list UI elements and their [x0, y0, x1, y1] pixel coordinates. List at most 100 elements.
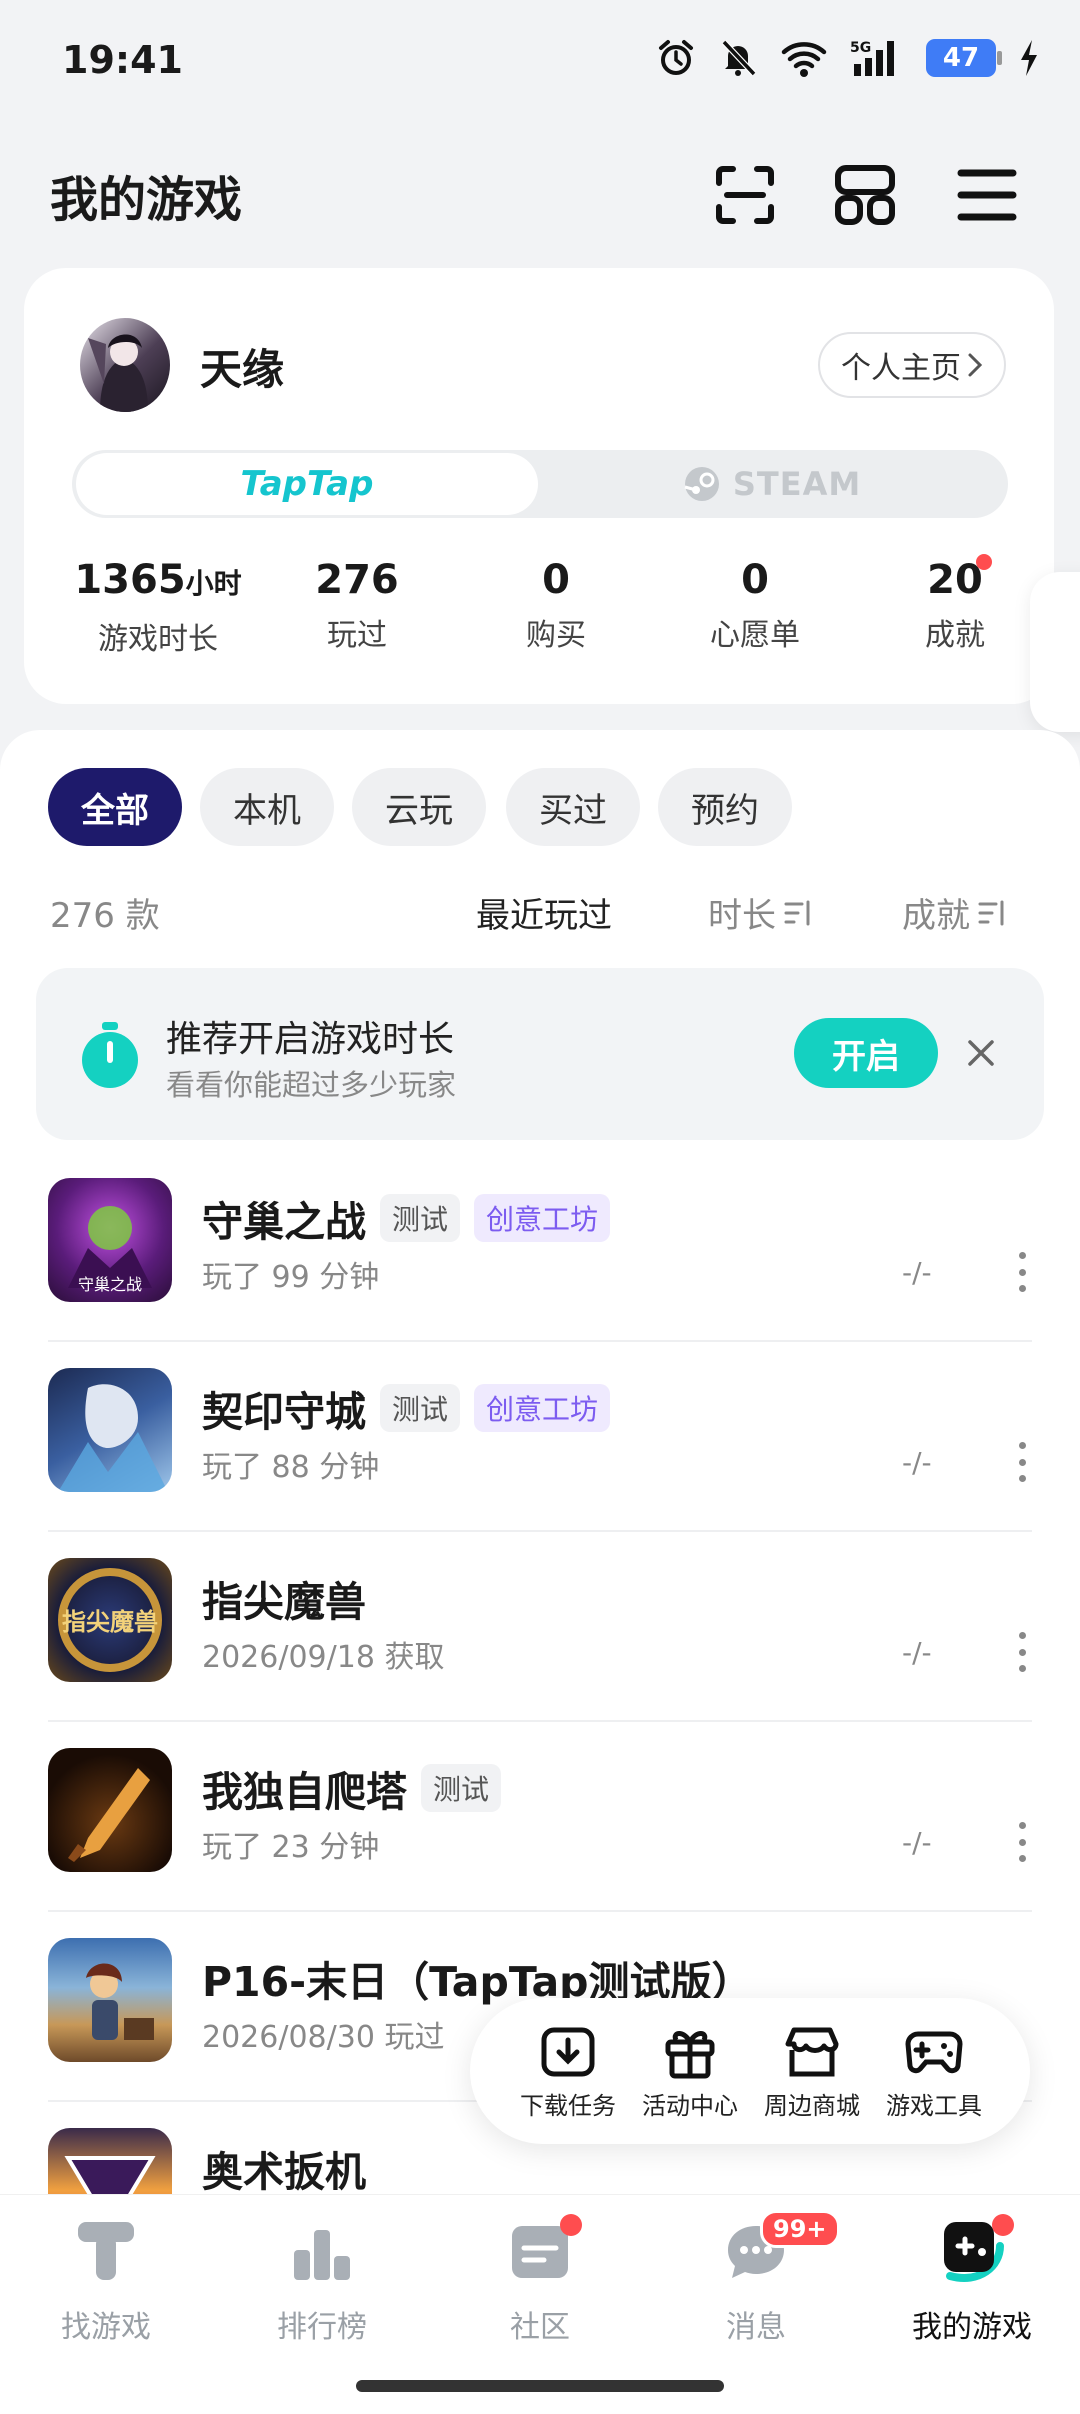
gamepad-icon [905, 2031, 963, 2074]
nav-find-games[interactable]: 找游戏 [16, 2216, 196, 2346]
game-score: -/- [902, 1256, 932, 1289]
tool-label: 游戏工具 [886, 2092, 982, 2120]
community-dot [560, 2214, 582, 2236]
filter-bought[interactable]: 买过 [506, 768, 640, 846]
wifi-icon [781, 42, 827, 77]
sort-duration-label: 时长 [708, 896, 776, 936]
stat-played[interactable]: 276 玩过 [257, 556, 457, 654]
game-name: 契印守城 [202, 1388, 366, 1436]
filter-cloud[interactable]: 云玩 [352, 768, 486, 846]
profile-page-label: 个人主页 [841, 351, 961, 386]
nav-label: 社区 [510, 2310, 570, 2345]
nav-my-games[interactable]: 我的游戏 [882, 2214, 1062, 2346]
svg-text:守巢之战: 守巢之战 [78, 1275, 142, 1294]
game-row[interactable]: 指尖魔兽 指尖魔兽 2026/09/18 获取 -/- [0, 1532, 1080, 1722]
stat-value: 20 [927, 557, 983, 603]
platform-tab-taptap[interactable]: TapTap [76, 453, 538, 515]
more-options-icon[interactable] [1012, 1252, 1032, 1292]
sort-achievement-label: 成就 [902, 896, 970, 936]
status-time: 19:41 [62, 38, 183, 82]
game-tools-button[interactable]: 游戏工具 [874, 2024, 994, 2121]
filter-all[interactable]: 全部 [48, 768, 182, 846]
tag-test: 测试 [380, 1384, 461, 1432]
layout-button[interactable] [830, 160, 900, 230]
home-indicator[interactable] [356, 2380, 724, 2392]
game-name: 指尖魔兽 [202, 1578, 366, 1626]
game-score: -/- [902, 1826, 932, 1859]
nav-label: 我的游戏 [912, 2310, 1032, 2345]
tip-subtitle: 看看你能超过多少玩家 [166, 1068, 457, 1102]
game-icon [48, 1938, 172, 2062]
user-name: 天缘 [200, 345, 285, 394]
stat-label: 游戏时长 [98, 622, 218, 657]
sort-duration[interactable]: 时长 [708, 888, 812, 937]
scan-button[interactable] [710, 160, 780, 230]
nav-community[interactable]: 社区 [450, 2214, 630, 2346]
tool-label: 周边商城 [764, 2092, 860, 2120]
game-subtitle: 玩了 88 分钟 [202, 1450, 380, 1485]
gift-icon [665, 2031, 715, 2079]
close-icon[interactable] [966, 1038, 996, 1068]
achievement-dot [976, 554, 992, 570]
grid-layout-icon [835, 165, 895, 225]
activity-center-button[interactable]: 活动中心 [630, 2024, 750, 2121]
alarm-icon [659, 40, 693, 75]
stat-label: 玩过 [327, 618, 387, 653]
tag-test: 测试 [380, 1194, 461, 1242]
more-options-icon[interactable] [1012, 1442, 1032, 1482]
game-row[interactable]: 契印守城 测试 创意工坊 玩了 88 分钟 -/- [0, 1342, 1080, 1532]
nav-rankings[interactable]: 排行榜 [232, 2216, 412, 2346]
page-title: 我的游戏 [50, 172, 243, 228]
mute-icon [721, 39, 757, 77]
tool-label: 活动中心 [642, 2092, 738, 2120]
avatar[interactable] [80, 318, 170, 412]
game-icon: 指尖魔兽 [48, 1558, 172, 1682]
filter-reserved[interactable]: 预约 [658, 768, 792, 846]
find-games-icon [78, 2222, 134, 2280]
game-row[interactable]: 我独自爬塔 测试 玩了 23 分钟 -/- [0, 1722, 1080, 1912]
stat-purchased[interactable]: 0 购买 [456, 556, 656, 654]
merch-store-button[interactable]: 周边商城 [752, 2024, 872, 2121]
game-icon [48, 1368, 172, 1492]
sort-achievement[interactable]: 成就 [902, 888, 1006, 937]
stat-value: 1365 [74, 557, 186, 603]
more-options-icon[interactable] [1012, 1632, 1032, 1672]
download-tasks-button[interactable]: 下载任务 [508, 2024, 628, 2121]
platform-tab-steam[interactable]: STEAM [540, 453, 1004, 515]
battery-indicator: 47 [926, 39, 1002, 77]
download-icon [541, 2027, 595, 2077]
sort-recent-label: 最近玩过 [476, 896, 612, 936]
game-score: -/- [902, 1446, 932, 1479]
more-options-icon[interactable] [1012, 1822, 1032, 1862]
nav-messages[interactable]: 99+ 消息 [666, 2210, 846, 2346]
store-icon [785, 2027, 839, 2077]
svg-text:5G: 5G [850, 40, 871, 56]
sort-icon [784, 900, 810, 925]
steam-label: STEAM [732, 465, 862, 503]
stat-wishlist[interactable]: 0 心愿单 [655, 556, 855, 654]
nav-label: 找游戏 [61, 2310, 151, 2345]
stat-value: 0 [741, 557, 769, 603]
stat-label: 心愿单 [710, 618, 800, 653]
my-games-dot [992, 2214, 1014, 2236]
enable-playtime-button[interactable]: 开启 [794, 1018, 938, 1088]
signal-5g-icon: 5G [850, 40, 894, 76]
menu-button[interactable] [952, 160, 1022, 230]
game-subtitle: 2026/08/30 玩过 [202, 2020, 445, 2055]
messages-badge: 99+ [760, 2210, 840, 2248]
game-subtitle: 玩了 23 分钟 [202, 1830, 380, 1865]
filter-local[interactable]: 本机 [200, 768, 334, 846]
game-row[interactable]: 守巢之战 守巢之战 测试 创意工坊 玩了 99 分钟 -/- [0, 1152, 1080, 1342]
stat-playtime[interactable]: 1365小时 游戏时长 [58, 556, 258, 658]
tool-label: 下载任务 [520, 2092, 616, 2120]
stat-label: 购买 [526, 618, 586, 653]
game-icon [48, 2128, 172, 2194]
tag-workshop: 创意工坊 [474, 1384, 611, 1432]
sort-icon [978, 900, 1004, 925]
game-subtitle: 玩了 99 分钟 [202, 1260, 380, 1295]
tip-title: 推荐开启游戏时长 [166, 1019, 455, 1060]
profile-page-button[interactable]: 个人主页 [818, 332, 1006, 398]
game-icon: 守巢之战 [48, 1178, 172, 1302]
stat-achievements[interactable]: 20 成就 [855, 556, 1055, 654]
sort-recent[interactable]: 最近玩过 [476, 888, 612, 937]
